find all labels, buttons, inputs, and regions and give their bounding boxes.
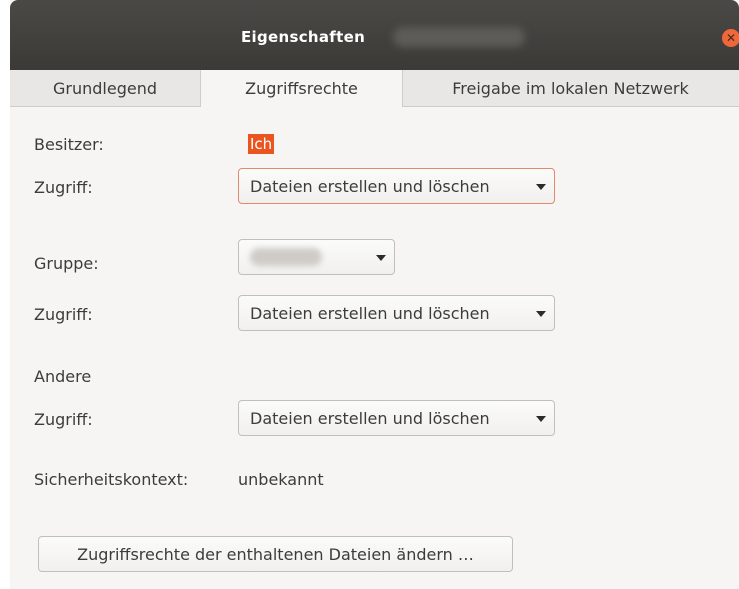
chevron-down-icon <box>536 416 546 422</box>
chevron-down-icon <box>536 311 546 317</box>
security-context-label: Sicherheitskontext: <box>34 470 189 489</box>
change-contained-permissions-button[interactable]: Zugriffsrechte der enthaltenen Dateien ä… <box>38 536 513 572</box>
chevron-down-icon <box>536 184 546 190</box>
group-dropdown[interactable] <box>238 239 395 275</box>
close-button[interactable]: ✕ <box>722 29 739 47</box>
group-access-label: Zugriff: <box>34 305 93 324</box>
others-label: Andere <box>34 367 92 386</box>
owner-access-label: Zugriff: <box>34 178 93 197</box>
owner-label: Besitzer: <box>34 135 104 154</box>
redacted-group-name <box>250 248 322 266</box>
others-access-dropdown[interactable]: Dateien erstellen und löschen <box>238 400 555 436</box>
group-label: Gruppe: <box>34 254 99 273</box>
owner-access-value: Dateien erstellen und löschen <box>250 176 490 196</box>
group-access-value: Dateien erstellen und löschen <box>250 303 490 323</box>
tab-bar: Grundlegend Zugriffsrechte Freigabe im l… <box>10 70 739 107</box>
tab-permissions[interactable]: Zugriffsrechte <box>200 70 403 107</box>
others-access-label: Zugriff: <box>34 410 93 429</box>
title-bar[interactable]: Eigenschaften ✕ <box>10 0 739 70</box>
window-title: Eigenschaften <box>241 28 366 46</box>
chevron-down-icon <box>376 255 386 261</box>
owner-access-dropdown[interactable]: Dateien erstellen und löschen <box>238 168 555 204</box>
others-access-value: Dateien erstellen und löschen <box>250 408 490 428</box>
security-context-value: unbekannt <box>238 470 324 489</box>
close-icon: ✕ <box>725 31 737 45</box>
properties-window: Eigenschaften ✕ Grundlegend Zugriffsrech… <box>10 0 739 589</box>
tab-local-network-share[interactable]: Freigabe im lokalen Netzwerk <box>402 70 739 106</box>
owner-value: Ich <box>248 134 275 154</box>
group-access-dropdown[interactable]: Dateien erstellen und löschen <box>238 295 555 331</box>
tab-basic[interactable]: Grundlegend <box>10 70 200 106</box>
redacted-filename <box>393 27 525 47</box>
